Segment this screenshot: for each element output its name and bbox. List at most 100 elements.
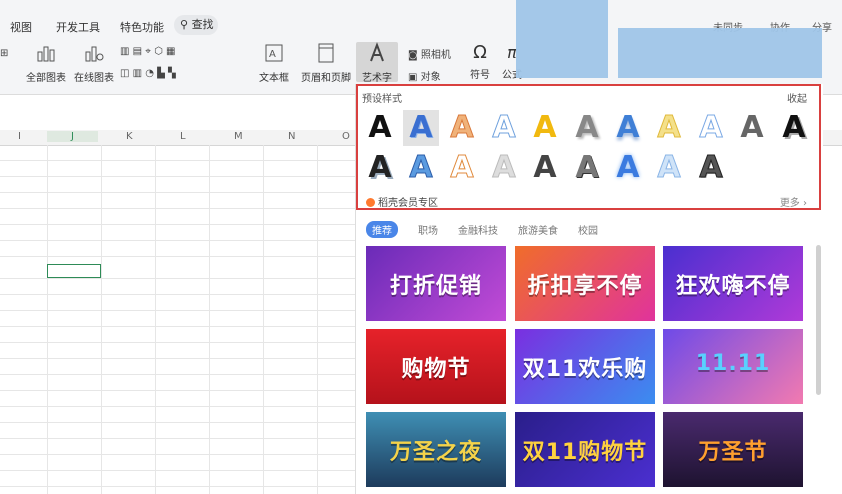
template-card[interactable]: 双11欢乐购 bbox=[515, 329, 655, 404]
word-art-style[interactable]: A bbox=[569, 150, 605, 186]
word-art-style[interactable]: A bbox=[651, 110, 687, 146]
object-button[interactable]: ▣ 对象 bbox=[408, 68, 441, 83]
word-art-style[interactable]: A bbox=[651, 150, 687, 186]
grid-line bbox=[0, 278, 356, 279]
grid-line bbox=[101, 145, 102, 494]
column-header[interactable]: L bbox=[180, 131, 186, 142]
symbol-label: 符号 bbox=[470, 70, 490, 81]
camera-button[interactable]: ◙ 照相机 bbox=[408, 46, 451, 61]
word-art-style[interactable]: A bbox=[776, 110, 812, 146]
chart-type-icons-row2[interactable]: ◫ ▥ ◔ ▙ ▚ bbox=[120, 68, 176, 79]
grid-line bbox=[0, 422, 356, 423]
column-header[interactable]: M bbox=[234, 131, 243, 142]
word-art-style[interactable]: A bbox=[362, 110, 398, 146]
chart-type-icons-row1[interactable]: ▥ ▤ ⌖ ⬡ ▦ bbox=[120, 46, 175, 57]
camera-label: 照相机 bbox=[420, 50, 451, 61]
template-card[interactable]: 万圣节 bbox=[663, 412, 803, 487]
template-card[interactable]: 11.11 bbox=[663, 329, 803, 404]
grid-line bbox=[0, 454, 356, 455]
word-art-style[interactable]: A bbox=[486, 110, 522, 146]
selected-cell[interactable] bbox=[47, 264, 101, 278]
template-card[interactable]: 购物节 bbox=[366, 329, 506, 404]
omega-icon: Ω bbox=[473, 42, 487, 63]
tab-fintech[interactable]: 金融科技 bbox=[458, 222, 498, 237]
word-art-style[interactable]: A bbox=[527, 110, 563, 146]
menu-tab-view[interactable]: 视图 bbox=[10, 19, 32, 35]
tab-campus[interactable]: 校园 bbox=[578, 222, 598, 237]
collapse-button[interactable]: 收起 bbox=[787, 90, 807, 105]
word-art-style[interactable]: A bbox=[693, 110, 729, 146]
column-header[interactable]: I bbox=[18, 131, 21, 142]
grid-line bbox=[0, 192, 356, 193]
template-card[interactable]: 折扣享不停 bbox=[515, 246, 655, 321]
more-link[interactable]: 更多 › bbox=[780, 194, 807, 209]
template-card[interactable]: 狂欢嗨不停 bbox=[663, 246, 803, 321]
grid-line bbox=[0, 240, 356, 241]
word-art-style[interactable]: A bbox=[403, 150, 439, 186]
grid-line bbox=[263, 145, 264, 494]
column-header-selected[interactable]: J bbox=[47, 131, 98, 142]
textbox-label: 文本框 bbox=[259, 73, 289, 84]
symbol-button[interactable]: Ω 符号 bbox=[466, 42, 494, 81]
grid-line bbox=[0, 176, 356, 177]
template-card-label: 折扣享不停 bbox=[527, 274, 643, 299]
grid-line bbox=[0, 208, 356, 209]
grid-line bbox=[155, 145, 156, 494]
template-card-label: 狂欢嗨不停 bbox=[675, 274, 791, 299]
word-art-button[interactable]: 艺术字 bbox=[356, 42, 398, 84]
header-footer-icon bbox=[318, 43, 334, 63]
word-art-style[interactable]: A bbox=[610, 150, 646, 186]
word-art-style[interactable]: A bbox=[444, 110, 480, 146]
word-art-style[interactable]: A bbox=[527, 150, 563, 186]
menu-tab-features[interactable]: 特色功能 bbox=[120, 19, 164, 35]
grid-line bbox=[0, 358, 356, 359]
search-icon: ⚲ bbox=[180, 18, 189, 31]
word-art-style[interactable]: A bbox=[693, 150, 729, 186]
column-header[interactable]: N bbox=[288, 131, 295, 142]
header-footer-label: 页眉和页脚 bbox=[301, 73, 351, 84]
grid-line bbox=[0, 224, 356, 225]
all-charts-button[interactable]: 全部图表 bbox=[24, 42, 68, 84]
search-button[interactable]: ⚲ 查找 bbox=[174, 15, 218, 35]
online-charts-button[interactable]: 在线图表 bbox=[72, 42, 116, 84]
word-art-style[interactable]: A bbox=[569, 110, 605, 146]
word-art-style[interactable]: A bbox=[444, 150, 480, 186]
textbox-button[interactable]: A 文本框 bbox=[256, 42, 292, 84]
tab-workplace[interactable]: 职场 bbox=[418, 222, 438, 237]
grid-line bbox=[0, 486, 356, 487]
panel-scrollbar[interactable] bbox=[816, 245, 821, 395]
member-zone[interactable]: 稻壳会员专区 bbox=[366, 194, 438, 209]
template-card-label: 双11欢乐购 bbox=[522, 357, 648, 382]
spreadsheet-grid[interactable] bbox=[0, 130, 356, 494]
online-chart-icon bbox=[85, 46, 104, 62]
object-icon: ▣ bbox=[408, 72, 418, 83]
tab-recommend[interactable]: 推荐 bbox=[366, 221, 398, 238]
template-card-label: 打折促销 bbox=[389, 274, 482, 299]
member-zone-label: 稻壳会员专区 bbox=[378, 198, 438, 209]
member-icon bbox=[366, 198, 375, 207]
object-label: 对象 bbox=[420, 72, 441, 83]
word-art-style[interactable]: A bbox=[610, 110, 646, 146]
grid-line bbox=[0, 326, 356, 327]
template-card[interactable]: 万圣之夜 bbox=[366, 412, 506, 487]
column-header[interactable]: K bbox=[126, 131, 133, 142]
grid-line bbox=[0, 256, 356, 257]
online-charts-label: 在线图表 bbox=[74, 73, 114, 84]
template-card-label: 购物节 bbox=[401, 357, 471, 382]
ribbon-misc-icon[interactable]: ⊞ bbox=[0, 48, 8, 59]
menu-tab-developer[interactable]: 开发工具 bbox=[56, 19, 100, 35]
word-art-style-selected[interactable]: A bbox=[403, 110, 439, 146]
grid-line bbox=[0, 374, 356, 375]
word-art-style[interactable]: A bbox=[486, 150, 522, 186]
grid-line bbox=[0, 160, 356, 161]
template-card[interactable]: 双11购物节 bbox=[515, 412, 655, 487]
word-art-style[interactable]: A bbox=[362, 150, 398, 186]
grid-line bbox=[209, 145, 210, 494]
column-header[interactable]: O bbox=[342, 131, 350, 142]
grid-line bbox=[0, 310, 356, 311]
header-footer-button[interactable]: 页眉和页脚 bbox=[300, 42, 352, 84]
tab-travel-food[interactable]: 旅游美食 bbox=[518, 222, 558, 237]
all-charts-label: 全部图表 bbox=[26, 73, 66, 84]
template-card[interactable]: 打折促销 bbox=[366, 246, 506, 321]
word-art-style[interactable]: A bbox=[734, 110, 770, 146]
